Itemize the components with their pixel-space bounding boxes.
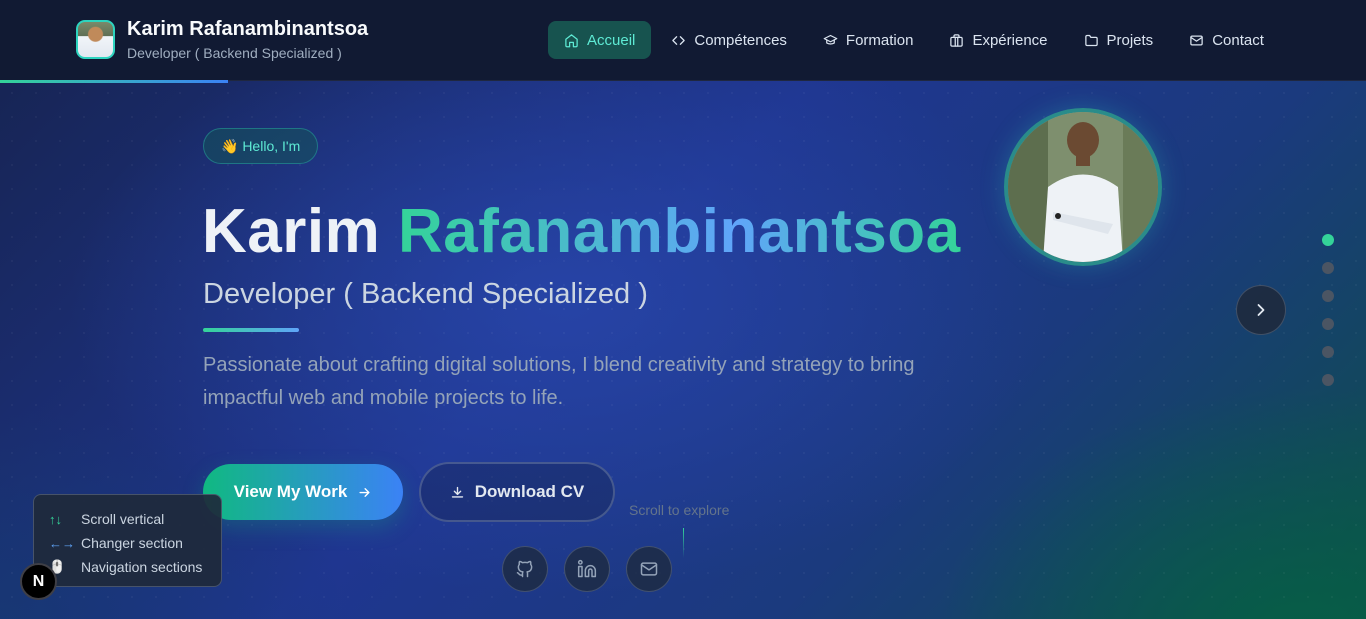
scroll-progress-bar	[0, 80, 228, 83]
main-nav: Accueil Compétences Formation Expérience…	[548, 21, 1280, 59]
hint-label: Scroll vertical	[81, 511, 165, 527]
hero-role: Developer ( Backend Specialized )	[203, 278, 648, 310]
section-dot-2[interactable]	[1322, 262, 1334, 274]
brand-role: Developer ( Backend Specialized )	[127, 45, 342, 61]
section-dot-1[interactable]	[1322, 234, 1334, 246]
download-cv-label: Download CV	[474, 482, 585, 501]
section-indicator	[1322, 234, 1334, 402]
email-link[interactable]	[626, 546, 672, 592]
section-dot-5[interactable]	[1322, 346, 1334, 358]
scroll-hint: Scroll to explore	[629, 502, 730, 518]
nav-label: Accueil	[587, 31, 636, 49]
github-link[interactable]	[502, 546, 548, 592]
graduation-cap-icon	[823, 34, 838, 45]
briefcase-icon	[950, 33, 964, 47]
mail-icon	[1190, 35, 1203, 45]
title-underline	[203, 328, 299, 332]
brand-avatar[interactable]	[76, 20, 115, 59]
brand-name[interactable]: Karim Rafanambinantsoa	[127, 18, 368, 41]
nav-item-experience[interactable]: Expérience	[933, 21, 1063, 59]
profile-photo-illustration	[1008, 112, 1158, 262]
nextjs-badge[interactable]: N	[20, 563, 57, 600]
nav-label: Expérience	[972, 31, 1048, 49]
section-dot-6[interactable]	[1322, 374, 1334, 386]
folder-icon	[1084, 34, 1098, 46]
view-my-work-label: View My Work	[233, 482, 348, 501]
hero-name: Karim Rafanambinantsoa	[202, 196, 961, 267]
download-cv-button[interactable]: Download CV	[419, 462, 615, 522]
nav-label: Projets	[1106, 31, 1154, 49]
hint-row: ←→ Changer section	[49, 531, 221, 555]
vertical-arrows-icon: ↑↓	[49, 511, 62, 527]
nav-item-competences[interactable]: Compétences	[655, 21, 803, 59]
navigation-hints: ↑↓ Scroll vertical ←→ Changer section 🖱️…	[33, 494, 222, 587]
hero-first-name: Karim	[202, 197, 381, 266]
arrow-right-icon	[359, 487, 370, 497]
home-icon	[565, 33, 578, 47]
nav-item-contact[interactable]: Contact	[1173, 21, 1280, 59]
nav-item-formation[interactable]: Formation	[807, 21, 930, 59]
profile-photo	[1004, 108, 1162, 266]
hero-last-name: Rafanambinantsoa	[397, 197, 961, 266]
mail-icon	[640, 562, 658, 576]
section-dot-4[interactable]	[1322, 318, 1334, 330]
nav-label: Compétences	[694, 31, 787, 49]
nav-label: Contact	[1212, 31, 1264, 49]
hint-label: Navigation sections	[81, 559, 203, 575]
linkedin-link[interactable]	[564, 546, 610, 592]
download-icon	[451, 486, 463, 498]
nav-item-accueil[interactable]: Accueil	[548, 21, 652, 59]
next-section-button[interactable]	[1236, 285, 1286, 335]
chevron-right-icon	[1257, 304, 1265, 316]
hint-label: Changer section	[81, 535, 183, 551]
site-header: Karim Rafanambinantsoa Developer ( Backe…	[0, 0, 1366, 81]
view-my-work-button[interactable]: View My Work	[203, 464, 403, 520]
hero-description: Passionate about crafting digital soluti…	[203, 354, 915, 409]
horizontal-arrows-icon: ←→	[49, 535, 75, 551]
section-dot-3[interactable]	[1322, 290, 1334, 302]
hint-row: ↑↓ Scroll vertical	[49, 507, 221, 531]
code-icon	[672, 35, 686, 45]
greeting-badge: 👋 Hello, I'm	[203, 128, 319, 164]
hint-row: 🖱️ Navigation sections	[49, 555, 221, 579]
linkedin-icon	[577, 559, 597, 578]
nav-label: Formation	[845, 31, 914, 49]
nav-item-projets[interactable]: Projets	[1068, 21, 1170, 59]
scroll-indicator-line	[683, 528, 684, 558]
github-icon	[516, 560, 533, 578]
